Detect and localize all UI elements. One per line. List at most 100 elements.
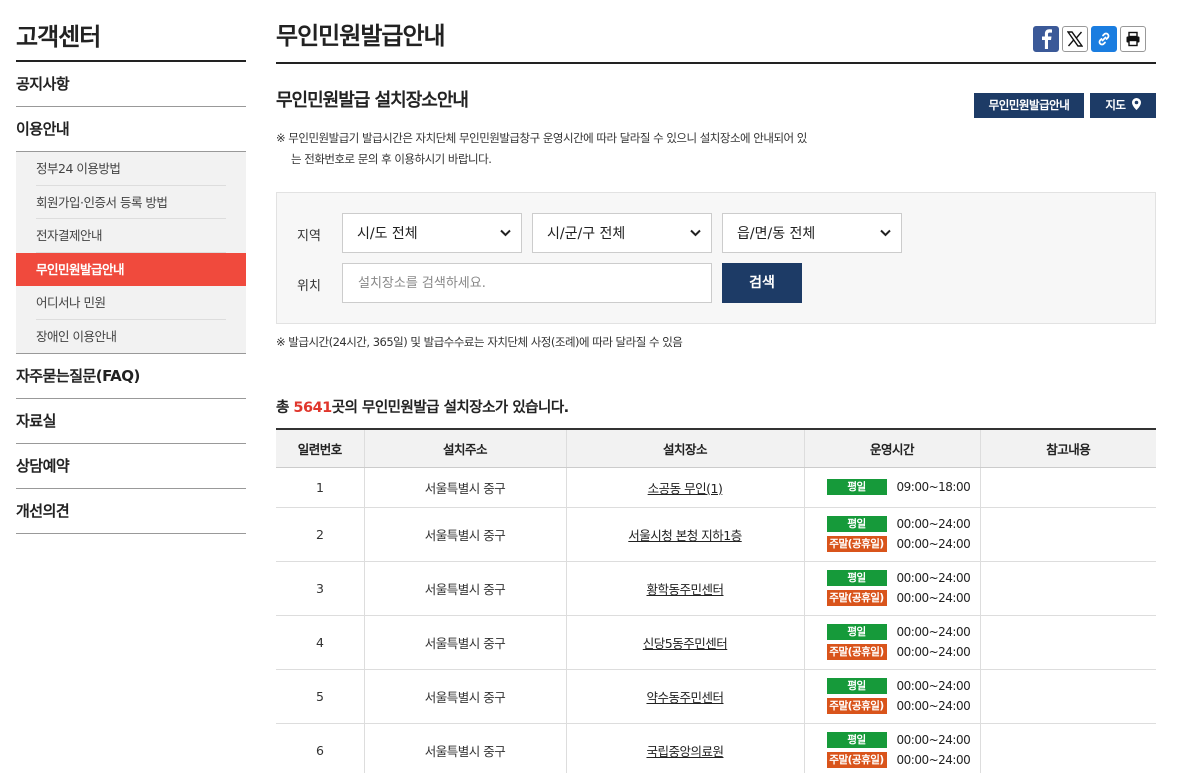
col-header-remarks: 참고내용 [979, 428, 1156, 468]
weekend-hours: 00:00~24:00 [896, 591, 971, 605]
place-link[interactable]: 소공동 무인(1) [648, 481, 723, 496]
sigungu-select[interactable]: 시/군/구 전체 [532, 213, 712, 253]
result-count-prefix: 총 [276, 400, 294, 416]
table-row: 2 서울특별시 중구 서울시청 본청 지하1층 평일 00:00~24:00 주말(공휴일… [276, 507, 1156, 562]
eupmyeondong-select[interactable]: 읍/면/동 전체 [722, 213, 902, 253]
cell-hours: 평일 00:00~24:00 주말(공휴일) 00:00~24:00 [803, 561, 980, 616]
weekend-hours: 00:00~24:00 [896, 753, 971, 767]
location-label: 위치 [297, 279, 321, 294]
cell-place: 국립중앙의료원 [565, 723, 804, 773]
table-row: 4 서울특별시 중구 신당5동주민센터 평일 00:00~24:00 주말(공휴일) 00:… [276, 615, 1156, 670]
sidebar-item-consult[interactable]: 상담예약 [16, 444, 246, 489]
search-panel: 지역 시/도 전체 시/군/구 전체 읍/면/동 전체 위치 설치장소를 검색하… [276, 192, 1156, 324]
search-input[interactable]: 설치장소를 검색하세요. [342, 263, 712, 303]
cell-address: 서울특별시 중구 [363, 723, 566, 773]
weekday-hours: 00:00~24:00 [896, 679, 971, 693]
usage-note-line2: 는 전화번호로 문의 후 이용하시기 바랍니다. [291, 152, 492, 166]
facebook-icon[interactable] [1033, 26, 1059, 52]
weekend-badge: 주말(공휴일) [826, 752, 887, 768]
print-icon[interactable] [1120, 26, 1146, 52]
cell-place: 약수동주민센터 [565, 669, 804, 724]
weekday-badge: 평일 [826, 624, 887, 640]
search-button[interactable]: 검색 [722, 263, 802, 303]
sidebar-item-feedback[interactable]: 개선의견 [16, 489, 246, 534]
sidebar-item-guide[interactable]: 이용안내 [16, 107, 246, 152]
cell-hours: 평일 09:00~18:00 [803, 467, 980, 508]
col-header-place: 설치장소 [565, 428, 804, 468]
place-link[interactable]: 국립중앙의료원 [646, 744, 724, 759]
map-button[interactable]: 지도 [1090, 93, 1156, 118]
weekday-hours: 00:00~24:00 [896, 733, 971, 747]
weekday-badge: 평일 [826, 516, 887, 532]
cell-remarks [979, 561, 1156, 616]
cell-address: 서울특별시 중구 [363, 561, 566, 616]
weekday-hours: 00:00~24:00 [896, 517, 971, 531]
table-row: 6 서울특별시 중구 국립중앙의료원 평일 00:00~24:00 주말(공휴일) 00:0… [276, 723, 1156, 773]
weekday-hours: 00:00~24:00 [896, 571, 971, 585]
hours-cell: 평일 00:00~24:00 주말(공휴일) 00:00~24:00 [805, 624, 980, 660]
weekend-badge: 주말(공휴일) [826, 590, 887, 606]
section-title: 무인민원발급 설치장소안내 [276, 90, 469, 111]
place-link[interactable]: 약수동주민센터 [646, 690, 724, 705]
cell-hours: 평일 00:00~24:00 주말(공휴일) 00:00~24:00 [803, 507, 980, 562]
cell-hours: 평일 00:00~24:00 주말(공휴일) 00:00~24:00 [803, 669, 980, 724]
place-link[interactable]: 황학동주민센터 [646, 582, 724, 597]
x-icon[interactable] [1062, 26, 1088, 52]
cell-address: 서울특별시 중구 [363, 669, 566, 724]
sidebar-title: 고객센터 [16, 0, 246, 62]
hours-cell: 평일 00:00~24:00 주말(공휴일) 00:00~24:00 [805, 678, 980, 714]
map-button-label: 지도 [1105, 98, 1126, 112]
sidebar-sub-item-active[interactable]: 무인민원발급안내 [16, 252, 246, 286]
table-row: 3 서울특별시 중구 황학동주민센터 평일 00:00~24:00 주말(공휴일) 00:0… [276, 561, 1156, 616]
usage-note: ※ 무인민원발급기 발급시간은 자치단체 무인민원발급창구 운영시간에 따라 달… [276, 128, 856, 170]
cell-remarks [979, 615, 1156, 670]
table-body: 1 서울특별시 중구 소공동 무인(1) 평일 09:00~18:00 2 서울특별시 중구… [276, 467, 1156, 773]
cell-address: 서울특별시 중구 [363, 507, 566, 562]
cell-remarks [979, 669, 1156, 724]
result-count-number: 5641 [293, 400, 332, 416]
sidebar-sub-item[interactable]: 정부24 이용방법 [36, 152, 226, 186]
place-link[interactable]: 신당5동주민센터 [643, 636, 728, 651]
share-toolbar [1033, 26, 1146, 52]
sidebar-sub-item[interactable]: 장애인 이용안내 [36, 320, 226, 354]
table-row: 1 서울특별시 중구 소공동 무인(1) 평일 09:00~18:00 [276, 467, 1156, 508]
cell-hours: 평일 00:00~24:00 주말(공휴일) 00:00~24:00 [803, 723, 980, 773]
weekday-hours: 00:00~24:00 [896, 625, 971, 639]
sidebar-item-archive[interactable]: 자료실 [16, 399, 246, 444]
cell-no: 4 [276, 615, 364, 670]
weekend-hours: 00:00~24:00 [896, 537, 971, 551]
eupmyeondong-select-value: 읍/면/동 전체 [737, 226, 816, 242]
cell-place: 서울시청 본청 지하1층 [565, 507, 804, 562]
cell-place: 신당5동주민센터 [565, 615, 804, 670]
sido-select-value: 시/도 전체 [357, 226, 418, 242]
kiosk-table: 일련번호 설치주소 설치장소 운영시간 참고내용 1 서울특별시 중구 소공동 무인… [276, 428, 1156, 773]
sidebar-sub-item[interactable]: 어디서나 민원 [36, 286, 226, 320]
cell-place: 소공동 무인(1) [565, 467, 804, 508]
weekend-badge: 주말(공휴일) [826, 536, 887, 552]
region-label: 지역 [297, 229, 321, 244]
hours-cell: 평일 00:00~24:00 주말(공휴일) 00:00~24:00 [805, 732, 980, 768]
sidebar-sub-item[interactable]: 전자결제안내 [36, 219, 226, 253]
weekend-hours: 00:00~24:00 [896, 699, 971, 713]
weekend-badge: 주말(공휴일) [826, 644, 887, 660]
hours-cell: 평일 00:00~24:00 주말(공휴일) 00:00~24:00 [805, 570, 980, 606]
table-row: 5 서울특별시 중구 약수동주민센터 평일 00:00~24:00 주말(공휴일) 00:0… [276, 669, 1156, 724]
location-pin-icon [1132, 98, 1141, 110]
sidebar-submenu: 정부24 이용방법 회원가입·인증서 등록 방법 전자결제안내 무인민원발급안내… [16, 152, 246, 354]
cell-no: 5 [276, 669, 364, 724]
cell-address: 서울특별시 중구 [363, 615, 566, 670]
sido-select[interactable]: 시/도 전체 [342, 213, 522, 253]
page-title: 무인민원발급안내 [276, 22, 446, 50]
main-content: 무인민원발급안내 무인민원발급 설치장소안내 무인민원발급안내 지도 ※ 무인민… [276, 0, 1156, 773]
guide-button[interactable]: 무인민원발급안내 [973, 93, 1085, 118]
sidebar-item-faq[interactable]: 자주묻는질문(FAQ) [16, 354, 246, 399]
sidebar-item-notice[interactable]: 공지사항 [16, 62, 246, 107]
place-link[interactable]: 서울시청 본청 지하1층 [628, 528, 742, 543]
cell-remarks [979, 723, 1156, 773]
chevron-down-icon [500, 229, 511, 237]
weekday-badge: 평일 [826, 570, 887, 586]
weekend-badge: 주말(공휴일) [826, 698, 887, 714]
link-icon[interactable] [1091, 26, 1117, 52]
sidebar-sub-item[interactable]: 회원가입·인증서 등록 방법 [36, 186, 226, 219]
cell-remarks [979, 507, 1156, 562]
